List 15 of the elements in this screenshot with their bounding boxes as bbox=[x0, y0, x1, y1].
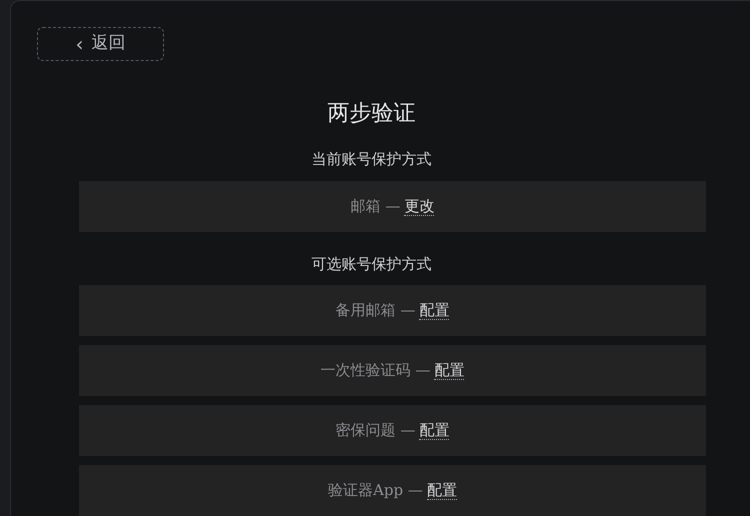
option-link[interactable]: 配置 bbox=[419, 301, 450, 320]
option-label: 密保问题 — bbox=[336, 420, 416, 442]
page-title: 两步验证 bbox=[326, 100, 416, 128]
back-button[interactable]: ‹ 返回 bbox=[37, 27, 164, 61]
option-label: 备用邮箱 — bbox=[336, 300, 416, 322]
back-icon: ‹ bbox=[76, 34, 84, 54]
option-link[interactable]: 配置 bbox=[419, 421, 450, 440]
option-label: 邮箱 — bbox=[350, 196, 400, 217]
option-label: 验证器App — bbox=[328, 480, 423, 502]
section-heading: 可选账号保护方式 bbox=[310, 254, 432, 274]
option-link[interactable]: 更改 bbox=[404, 196, 434, 216]
option-link[interactable]: 配置 bbox=[426, 481, 457, 500]
option-link[interactable]: 配置 bbox=[434, 361, 464, 380]
option-label: 一次性验证码 — bbox=[320, 360, 430, 382]
section-heading: 当前账号保护方式 bbox=[310, 149, 432, 170]
